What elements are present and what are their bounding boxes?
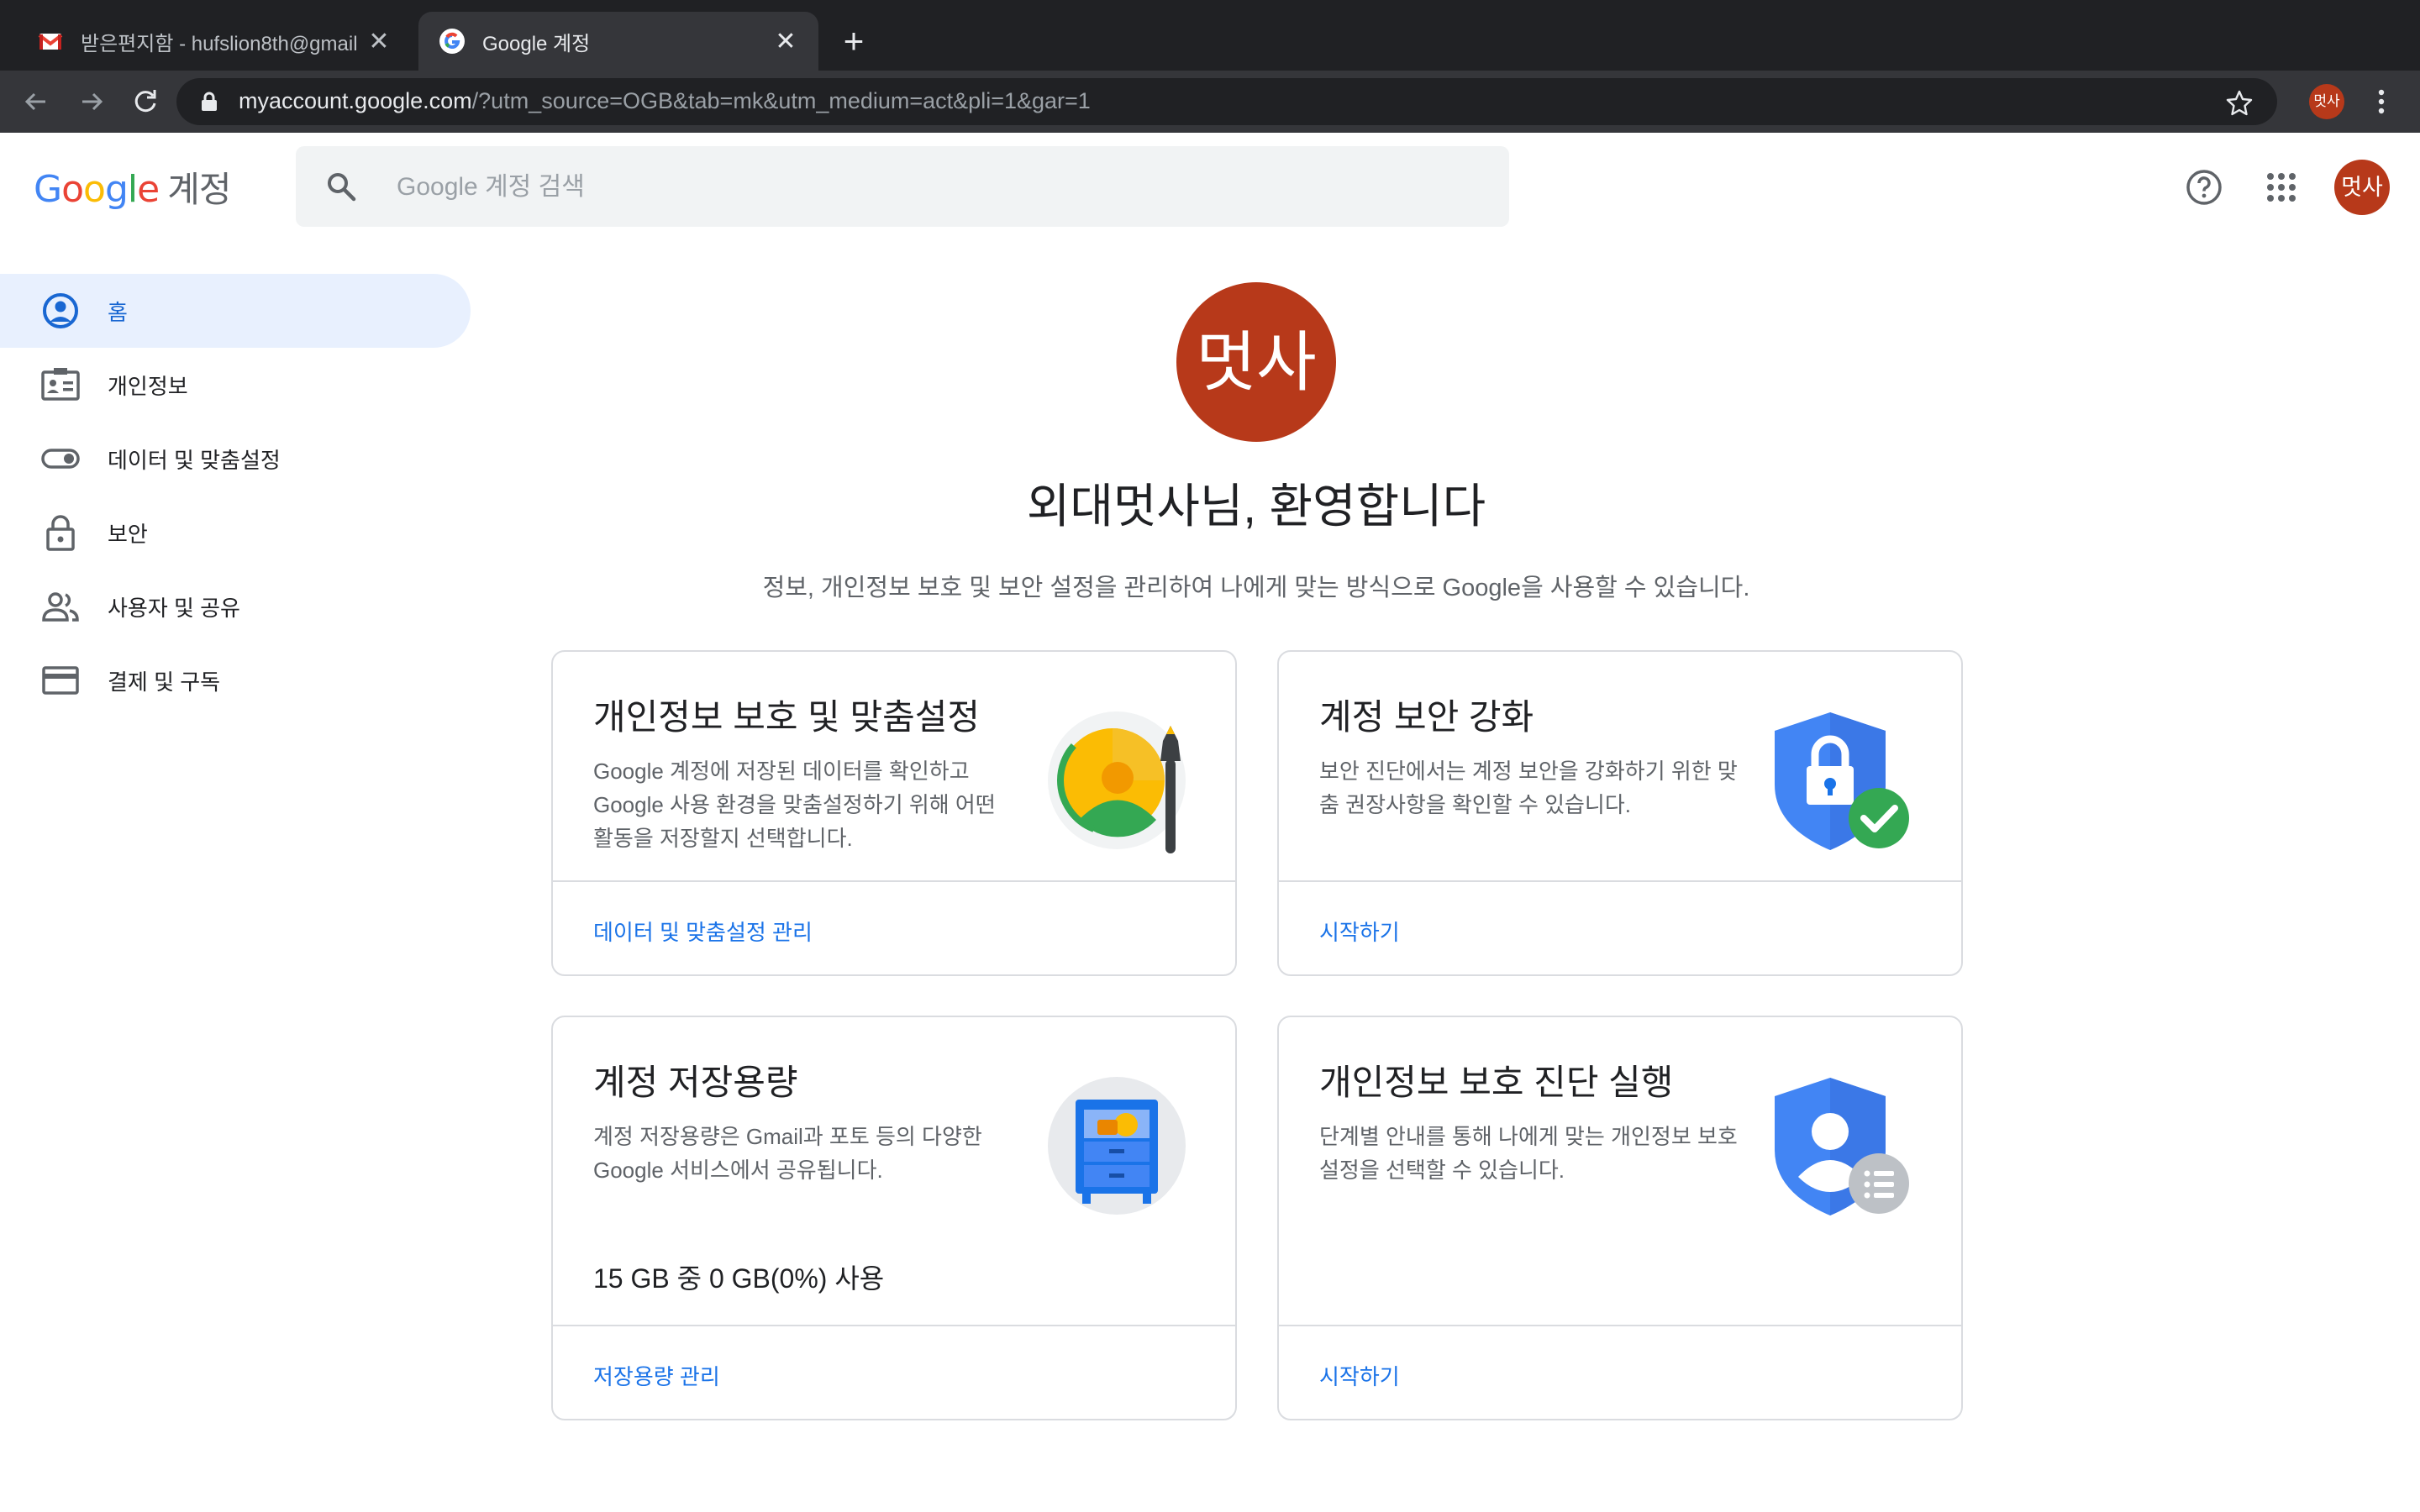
id-card-icon <box>41 368 80 401</box>
card-privacy-personalization: 개인정보 보호 및 맞춤설정 Google 계정에 저장된 데이터를 확인하고 … <box>551 650 1237 976</box>
tab-gmail[interactable]: 받은편지함 - hufslion8th@gmail. ✕ <box>17 12 412 71</box>
sidebar-item-label: 개인정보 <box>108 373 188 399</box>
sidebar-item-label: 결제 및 구독 <box>108 669 221 695</box>
security-shield-icon <box>1775 712 1909 850</box>
more-vert-icon[interactable] <box>2371 86 2391 118</box>
sidebar-item-label: 데이터 및 맞춤설정 <box>108 447 281 473</box>
close-icon[interactable]: ✕ <box>773 27 798 56</box>
url-text[interactable]: myaccount.google.com/?utm_source=OGB&tab… <box>239 88 1091 114</box>
browser-profile-avatar[interactable]: 멋사 <box>2309 84 2344 119</box>
sidebar-item-label: 홈 <box>108 299 128 325</box>
card-divider <box>553 880 1235 882</box>
credit-card-icon <box>42 666 79 695</box>
sidebar-nav: 홈 개인정보 데이터 및 맞춤설정 보안 사용자 및 공유 결제 및 구독 <box>0 274 471 717</box>
sidebar-item-personal-info[interactable]: 개인정보 <box>0 348 471 422</box>
privacy-checkup-start-link[interactable]: 시작하기 <box>1319 1360 1400 1391</box>
close-icon[interactable]: ✕ <box>366 27 392 56</box>
sidebar-item-home[interactable]: 홈 <box>0 274 471 348</box>
card-title: 개인정보 보호 진단 실행 <box>1319 1063 1674 1102</box>
sidebar-item-data-personalization[interactable]: 데이터 및 맞춤설정 <box>0 422 471 496</box>
card-description: 보안 진단에서는 계정 보안을 강화하기 위한 맞춤 권장사항을 확인할 수 있… <box>1319 759 1738 817</box>
gmail-icon <box>38 34 63 50</box>
apps-grid-icon[interactable] <box>2265 171 2297 203</box>
reload-icon[interactable] <box>126 82 165 121</box>
tab-title: 받은편지함 - hufslion8th@gmail. <box>81 32 358 55</box>
card-title: 계정 저장용량 <box>593 1063 798 1102</box>
storage-usage-text: 15 GB 중 0 GB(0%) 사용 <box>593 1263 885 1294</box>
manage-storage-link[interactable]: 저장용량 관리 <box>593 1360 720 1391</box>
search-icon[interactable] <box>324 170 358 203</box>
sidebar-item-label: 사용자 및 공유 <box>108 595 240 621</box>
new-tab-button[interactable]: + <box>837 22 871 60</box>
account-search-box[interactable] <box>296 146 1509 227</box>
people-icon <box>42 592 79 622</box>
toggle-icon <box>41 449 80 469</box>
privacy-checkup-shield-icon <box>1775 1078 1909 1215</box>
google-account-logo[interactable]: Google 계정 <box>34 161 231 213</box>
url-path: /?utm_source=OGB&tab=mk&utm_medium=act&p… <box>471 88 1091 113</box>
bookmark-star-icon[interactable] <box>2225 88 2254 117</box>
security-checkup-start-link[interactable]: 시작하기 <box>1319 916 1400 947</box>
google-g-icon <box>439 29 465 54</box>
address-bar[interactable]: myaccount.google.com/?utm_source=OGB&tab… <box>176 78 2277 125</box>
logo-suffix: 계정 <box>167 169 231 210</box>
account-circle-icon <box>43 293 78 328</box>
card-title: 계정 보안 강화 <box>1319 697 1534 737</box>
profile-avatar[interactable]: 멋사 <box>1176 282 1336 442</box>
sidebar-item-payments[interactable]: 결제 및 구독 <box>0 643 471 717</box>
tab-google-account[interactable]: Google 계정 ✕ <box>418 12 818 71</box>
account-avatar[interactable]: 멋사 <box>2334 160 2390 215</box>
manage-data-personalization-link[interactable]: 데이터 및 맞춤설정 관리 <box>593 916 813 947</box>
search-input[interactable] <box>395 163 1491 212</box>
card-divider <box>553 1325 1235 1326</box>
account-header: Google계정 멋사 <box>0 133 2420 242</box>
tab-title: Google 계정 <box>482 32 591 55</box>
card-account-storage: 계정 저장용량 계정 저장용량은 Gmail과 포토 등의 다양한 Google… <box>551 1016 1237 1420</box>
url-host: myaccount.google.com <box>239 88 472 113</box>
browser-toolbar: myaccount.google.com/?utm_source=OGB&tab… <box>0 71 2420 133</box>
sidebar-item-security[interactable]: 보안 <box>0 496 471 570</box>
forward-arrow-icon[interactable] <box>72 82 111 121</box>
storage-cabinet-icon <box>1048 1077 1186 1215</box>
sidebar-item-people-sharing[interactable]: 사용자 및 공유 <box>0 570 471 643</box>
browser-tab-bar: 받은편지함 - hufslion8th@gmail. ✕ Google 계정 ✕… <box>0 0 2420 71</box>
card-title: 개인정보 보호 및 맞춤설정 <box>593 697 981 737</box>
sidebar-item-label: 보안 <box>108 521 148 547</box>
card-divider <box>1279 880 1961 882</box>
lock-icon <box>202 92 217 111</box>
lock-icon <box>46 515 75 551</box>
privacy-brush-icon <box>1048 711 1186 853</box>
welcome-subtitle: 정보, 개인정보 보호 및 보안 설정을 관리하여 나에게 맞는 방식으로 Go… <box>762 575 1750 601</box>
help-icon[interactable] <box>2185 168 2223 207</box>
card-description: Google 계정에 저장된 데이터를 확인하고 Google 사용 환경을 맞… <box>593 759 996 851</box>
welcome-heading: 외대멋사님, 환영합니다 <box>1026 480 1486 533</box>
card-divider <box>1279 1325 1961 1326</box>
card-description: 단계별 안내를 통해 나에게 맞는 개인정보 보호 설정을 선택할 수 있습니다… <box>1319 1124 1738 1183</box>
card-description: 계정 저장용량은 Gmail과 포토 등의 다양한 Google 서비스에서 공… <box>593 1124 982 1183</box>
back-arrow-icon[interactable] <box>17 82 55 121</box>
card-account-security: 계정 보안 강화 보안 진단에서는 계정 보안을 강화하기 위한 맞춤 권장사항… <box>1277 650 1963 976</box>
card-privacy-checkup: 개인정보 보호 진단 실행 단계별 안내를 통해 나에게 맞는 개인정보 보호 … <box>1277 1016 1963 1420</box>
